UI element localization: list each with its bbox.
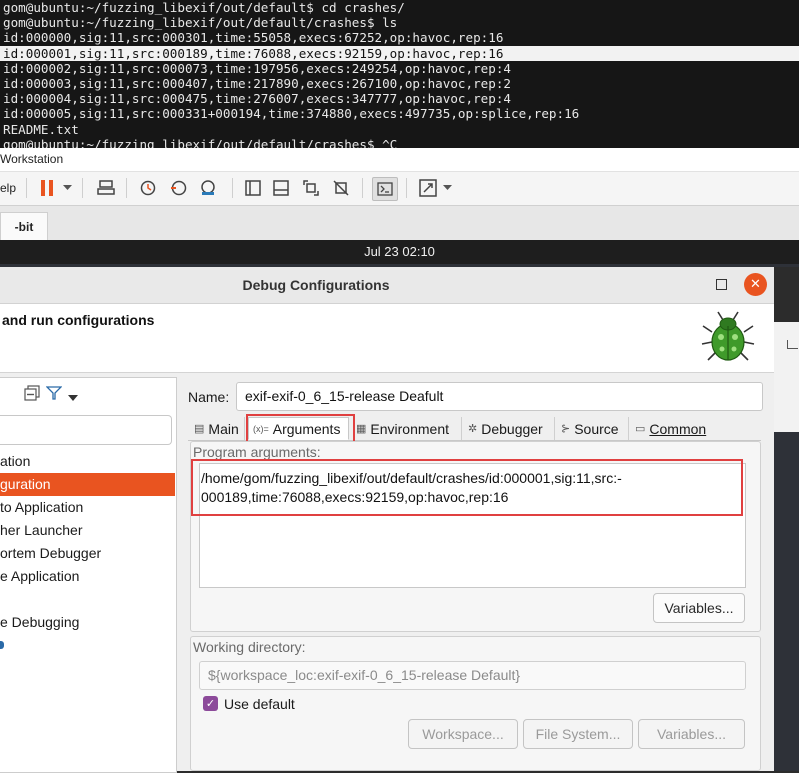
- stretch-guest-icon[interactable]: [418, 177, 438, 199]
- send-keys-icon[interactable]: [96, 177, 116, 199]
- snapshot-icon[interactable]: [138, 177, 158, 199]
- config-list-item[interactable]: to Application: [0, 496, 175, 519]
- chevron-down-icon[interactable]: [442, 177, 452, 199]
- desktop-background: [774, 432, 799, 771]
- clock[interactable]: Jul 23 02:10: [0, 244, 799, 259]
- config-list-item[interactable]: her Launcher: [0, 519, 175, 542]
- vm-tab[interactable]: -bit: [0, 212, 48, 241]
- terminal-line: id:000003,sig:11,src:000407,time:217890,…: [3, 75, 511, 91]
- tab-label: Debugger: [481, 420, 543, 437]
- toolbar-divider: [26, 178, 27, 198]
- terminal-line: gom@ubuntu:~/fuzzing_libexif/out/default…: [3, 15, 398, 31]
- toolbar-divider: [406, 178, 407, 198]
- source-tab-icon: ⊱: [561, 423, 571, 435]
- use-default-checkbox[interactable]: ✓: [203, 696, 218, 711]
- thumbnail-bar-icon[interactable]: [272, 177, 290, 199]
- working-directory-label: Working directory:: [193, 639, 309, 655]
- config-name-input[interactable]: exif-exif-0_6_15-release Deafult: [236, 382, 763, 411]
- revert-snapshot-icon[interactable]: [168, 177, 188, 199]
- ubuntu-topbar: Jul 23 02:10: [0, 240, 799, 264]
- dialog-titlebar: Debug Configurations: [0, 267, 774, 304]
- environment-tab-icon: ▦: [356, 423, 367, 435]
- vmware-toolbar: elp: [0, 172, 799, 206]
- dialog-header: and run configurations: [0, 304, 774, 373]
- program-arguments-line: /home/gom/fuzzing_libexif/out/default/cr…: [201, 470, 622, 486]
- tab-arguments[interactable]: (x)= Arguments: [248, 417, 349, 440]
- menu-help[interactable]: elp: [0, 177, 16, 199]
- file-system-button[interactable]: File System...: [523, 719, 633, 749]
- unity-mode-icon[interactable]: [332, 177, 350, 199]
- pause-icon[interactable]: [38, 177, 56, 199]
- terminal-line-selected: id:000001,sig:11,src:000189,time:76088,e…: [0, 45, 799, 61]
- chevron-down-icon[interactable]: [62, 177, 72, 199]
- background-window-icon: [787, 340, 798, 349]
- background-window-edge: [774, 322, 799, 432]
- name-label: Name:: [188, 389, 230, 405]
- dialog-title: Debug Configurations: [242, 277, 390, 293]
- variables-button[interactable]: Variables...: [653, 593, 745, 623]
- console-view-icon[interactable]: [372, 177, 398, 201]
- workspace-button[interactable]: Workspace...: [408, 719, 518, 749]
- tab-debugger[interactable]: ✲ Debugger: [464, 417, 555, 440]
- program-arguments-line: 000189,time:76088,execs:92159,op:havoc,r…: [201, 489, 509, 505]
- dialog-header-title: and run configurations: [2, 312, 155, 328]
- config-list-item[interactable]: e Debugging: [0, 611, 175, 634]
- terminal-line: id:000004,sig:11,src:000475,time:276007,…: [3, 91, 511, 107]
- working-directory-input[interactable]: ${workspace_loc:exif-exif-0_6_15-release…: [199, 661, 746, 690]
- vmware-titlebar: Workstation: [0, 148, 799, 172]
- debugger-tab-icon: ✲: [468, 423, 478, 435]
- config-list-item[interactable]: [0, 588, 175, 611]
- program-arguments-textarea[interactable]: /home/gom/fuzzing_libexif/out/default/cr…: [199, 463, 746, 588]
- tab-main[interactable]: ▤ Main: [190, 417, 245, 440]
- variables-button-2[interactable]: Variables...: [638, 719, 745, 749]
- maximize-icon[interactable]: [716, 279, 727, 290]
- close-icon[interactable]: ✕: [744, 273, 767, 296]
- tab-label: Arguments: [272, 420, 341, 437]
- config-tabbar: ▤ Main (x)= Arguments ▦ Environment ✲ De…: [188, 416, 761, 441]
- vmware-title: Workstation: [0, 152, 64, 166]
- tab-source[interactable]: ⊱ Source: [557, 417, 629, 440]
- terminal-window[interactable]: gom@ubuntu:~/fuzzing_libexif/out/default…: [0, 0, 799, 148]
- config-list-item[interactable]: ation: [0, 450, 175, 473]
- chevron-down-icon[interactable]: [68, 386, 78, 405]
- toolbar-divider: [362, 178, 363, 198]
- config-list-item[interactable]: e Application: [0, 565, 175, 588]
- tab-label: Common: [649, 420, 707, 437]
- filter-input[interactable]: [0, 415, 172, 445]
- main-tab-icon: ▤: [194, 423, 205, 435]
- program-arguments-label: Program arguments:: [193, 444, 324, 460]
- terminal-line: README.txt: [3, 121, 79, 137]
- config-list-item-selected[interactable]: guration: [0, 473, 175, 496]
- tab-common[interactable]: ▭ Common: [631, 417, 718, 440]
- toolbar-divider: [232, 178, 233, 198]
- sidebar-toggle-icon[interactable]: [244, 177, 262, 199]
- terminal-line: id:000002,sig:11,src:000073,time:197956,…: [3, 60, 511, 76]
- vmware-tabbar: -bit: [0, 206, 799, 241]
- snapshot-manager-icon[interactable]: [198, 177, 218, 199]
- tree-toolbar: [24, 385, 78, 405]
- tree-node-icon: [0, 641, 4, 649]
- fullscreen-icon[interactable]: [302, 177, 320, 199]
- tab-environment[interactable]: ▦ Environment: [352, 417, 462, 440]
- config-list-item[interactable]: ortem Debugger: [0, 542, 175, 565]
- use-default-label[interactable]: Use default: [224, 696, 295, 712]
- collapse-all-icon[interactable]: [24, 385, 40, 405]
- tab-label: Main: [208, 420, 239, 437]
- common-tab-icon: ▭: [635, 423, 646, 435]
- terminal-line: id:000005,sig:11,src:000331+000194,time:…: [3, 106, 580, 122]
- terminal-line: id:000000,sig:11,src:000301,time:55058,e…: [3, 30, 504, 46]
- terminal-line: gom@ubuntu:~/fuzzing_libexif/out/default…: [3, 136, 398, 148]
- tab-label: Environment: [370, 420, 449, 437]
- filter-icon[interactable]: [45, 385, 63, 405]
- toolbar-divider: [126, 178, 127, 198]
- tab-label: Source: [574, 420, 619, 437]
- debug-bug-icon: [698, 308, 758, 368]
- terminal-line: gom@ubuntu:~/fuzzing_libexif/out/default…: [3, 0, 405, 15]
- toolbar-divider: [82, 178, 83, 198]
- arguments-tab-icon: (x)=: [253, 423, 269, 434]
